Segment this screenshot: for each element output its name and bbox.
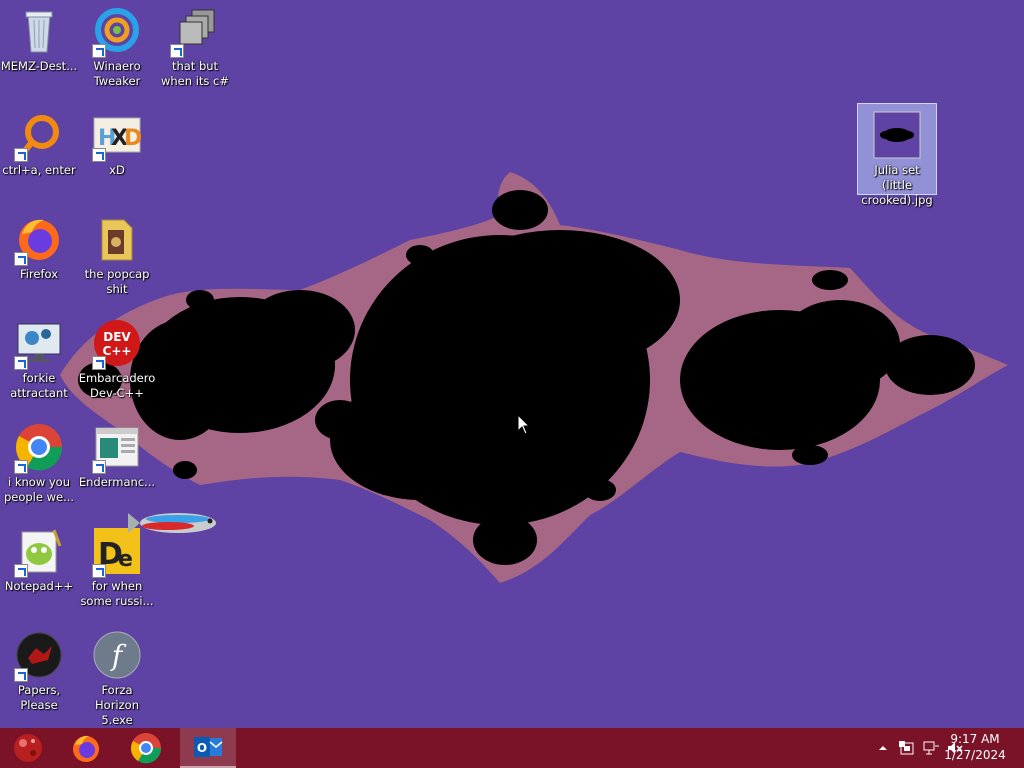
shortcut-arrow-icon (14, 668, 28, 682)
outlook-taskbar-button[interactable]: O (180, 728, 236, 768)
papers-please-icon (14, 630, 64, 682)
desktop-icon-julia-set-jpg[interactable]: Julia set (little crooked).jpg (857, 103, 937, 207)
desktop-icon-label: xD (109, 163, 125, 177)
desktop-icon-i-know-you-people[interactable]: i know you people we... (0, 416, 78, 516)
shortcut-arrow-icon (92, 460, 106, 474)
shortcut-arrow-icon (92, 44, 106, 58)
shortcut-arrow-icon (14, 460, 28, 474)
clock-time: 9:17 AM (950, 732, 1000, 746)
shortcut-arrow-icon (92, 148, 106, 162)
show-hidden-icons-chevron-icon[interactable] (874, 739, 892, 757)
hxd-editor-icon: HXD (92, 110, 142, 162)
window-app-icon (92, 422, 142, 474)
desktop-icon-label: i know you people we... (3, 475, 75, 504)
desktop-icon-ctrl-a-enter[interactable]: ctrl+a, enter (0, 104, 78, 204)
svg-text:D: D (124, 126, 142, 151)
winaero-tweaker-icon (92, 6, 142, 58)
desktop-icon-label: Firefox (19, 267, 59, 281)
firefox-icon (73, 735, 99, 762)
desktop-icon-label: the popcap shit (84, 267, 150, 296)
desktop-icon-forza-horizon-5[interactable]: f Forza Horizon 5.exe (78, 624, 156, 727)
desktop-icon-label: MEMZ-Dest... (0, 59, 78, 73)
svg-text:DEV: DEV (103, 330, 131, 344)
dev-cpp-icon: DEV C++ (92, 318, 142, 370)
desktop-icon-label: that but when its c# (160, 59, 230, 88)
chrome-icon (14, 422, 64, 474)
desktop-icon-embarcadero-dev-cpp[interactable]: DEV C++ Embarcadero Dev-C++ (78, 312, 156, 412)
folder-icon (92, 214, 142, 264)
mouse-cursor-icon (517, 414, 531, 435)
chrome-taskbar-button[interactable] (118, 728, 174, 768)
svg-text:C++: C++ (103, 344, 132, 358)
desktop-icon-winaero-tweaker[interactable]: Winaero Tweaker (78, 0, 156, 100)
recycle-bin-icon (14, 6, 64, 56)
image-thumbnail-icon (872, 110, 922, 160)
desktop[interactable]: MEMZ-Dest... Winaero Tweaker that but wh… (0, 0, 1024, 728)
desktop-icon-endermanc[interactable]: Endermanc... (78, 416, 156, 516)
desktop-icon-label: Forza Horizon 5.exe (95, 683, 139, 727)
desktop-icon-label: Embarcadero Dev-C++ (78, 371, 156, 400)
action-center-icon[interactable] (898, 739, 916, 757)
taskbar-clock[interactable]: 9:17 AM 1/27/2024 (940, 731, 1010, 763)
orange-ring-icon (14, 110, 64, 162)
desktop-icon-xd[interactable]: HXD xD (78, 104, 156, 204)
desktop-icon-label: ctrl+a, enter (2, 163, 76, 177)
start-button[interactable] (0, 728, 56, 768)
firefox-icon (14, 214, 64, 266)
desktop-icon-firefox[interactable]: Firefox (0, 208, 78, 308)
shortcut-arrow-icon (92, 356, 106, 370)
desktop-icon-the-popcap-shit[interactable]: the popcap shit (78, 208, 156, 308)
shortcut-arrow-icon (170, 44, 184, 58)
flash-icon: f (92, 630, 142, 680)
monitor-gear-icon (14, 318, 64, 370)
outlook-icon: O (194, 737, 223, 757)
shortcut-arrow-icon (92, 564, 106, 578)
desktop-icon-label: Notepad++ (4, 579, 74, 593)
desktop-icon-papers-please[interactable]: Papers, Please (0, 624, 78, 724)
neon-fish-icon[interactable] (128, 505, 222, 541)
taskbar: O 9:17 AM 1/27/2024 (0, 728, 1024, 768)
notepad-plus-plus-icon (14, 526, 64, 578)
desktop-icon-forkie-attractant[interactable]: forkie attractant (0, 312, 78, 412)
firefox-taskbar-button[interactable] (58, 728, 114, 768)
desktop-icon-label: Endermanc... (78, 475, 156, 489)
desktop-icon-label: Winaero Tweaker (93, 59, 141, 88)
system-tray: 9:17 AM 1/27/2024 (824, 728, 1024, 768)
desktop-icon-notepad-plus-plus[interactable]: Notepad++ (0, 520, 78, 620)
stacked-windows-icon (170, 6, 220, 58)
svg-text:O: O (197, 741, 207, 755)
desktop-icon-memz[interactable]: MEMZ-Dest... (0, 0, 78, 100)
network-icon[interactable] (922, 739, 940, 757)
clock-date: 1/27/2024 (944, 748, 1006, 762)
shortcut-arrow-icon (14, 564, 28, 578)
desktop-icon-label: for when some russi... (80, 579, 154, 608)
desktop-icon-label: Papers, Please (17, 683, 61, 712)
svg-text:e: e (118, 547, 133, 572)
shortcut-arrow-icon (14, 356, 28, 370)
shortcut-arrow-icon (14, 252, 28, 266)
desktop-icon-that-but-when-its-csharp[interactable]: that but when its c# (156, 0, 234, 100)
desktop-icon-label: forkie attractant (10, 371, 68, 400)
desktop-icon-label: Julia set (little crooked).jpg (861, 163, 933, 207)
chrome-icon (130, 733, 162, 764)
shortcut-arrow-icon (14, 148, 28, 162)
start-orb-icon (14, 734, 42, 762)
